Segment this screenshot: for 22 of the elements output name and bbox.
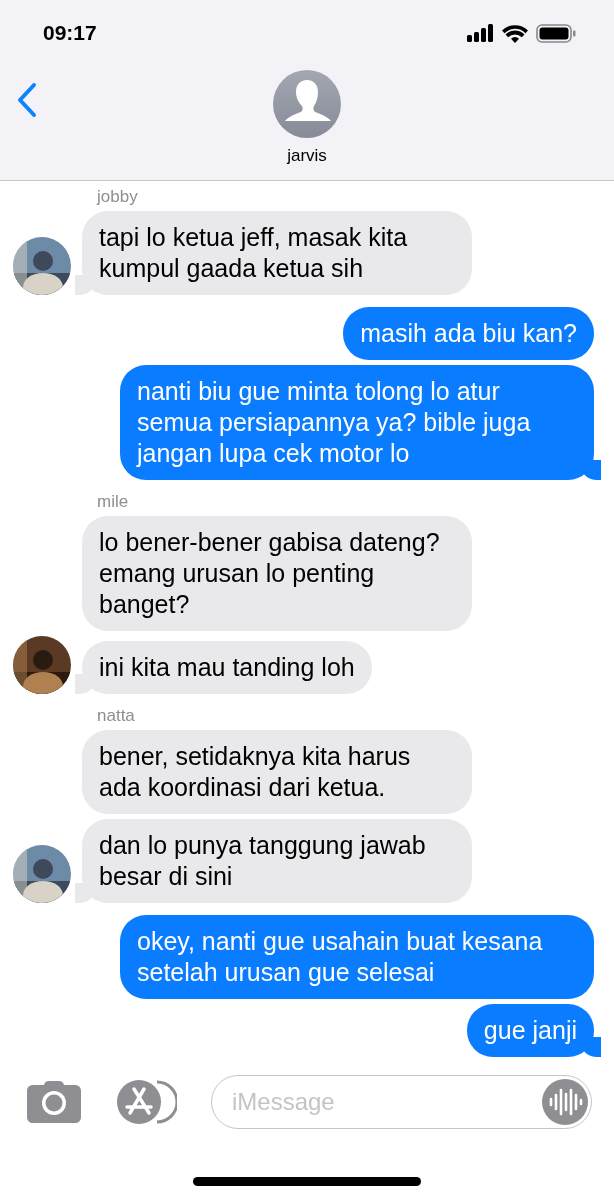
message-bubble[interactable]: gue janji [466,1004,594,1057]
sender-name: natta [97,706,136,726]
sender-name: jobby [97,187,139,207]
message-bubble[interactable]: tapi lo ketua jeff, masak kita kumpul gaada ketua sih [82,211,472,295]
message-input-field[interactable]: iMessage [232,1088,542,1116]
app-store-icon[interactable] [117,1079,177,1125]
camera-icon[interactable] [27,1081,81,1123]
status-time: 09:17 [43,21,97,45]
message-bubble[interactable]: masih ada biu kan? [343,307,594,360]
contact-avatar-icon[interactable] [273,70,341,138]
audio-wave-icon[interactable] [542,1079,588,1125]
message-bubble[interactable]: bener, setidaknya kita harus ada koordinasi dari ketua. [82,730,472,814]
message-bubble[interactable]: nanti biu gue minta tolong lo atur semua persiapannya ya? bible juga jangan lupa cek motor lo [120,365,594,480]
message-bubble[interactable]: dan lo punya tanggung jawab besar di sini [82,819,472,903]
sender-name: mile [97,492,130,512]
contact-name[interactable]: jarvis [287,146,327,166]
signal-icon [467,24,494,42]
message-bubble[interactable]: ini kita mau tanding loh [82,641,372,694]
message-bubble[interactable]: lo bener-bener gabisa dateng? emang urusan lo penting banget? [82,516,472,631]
message-bubble[interactable]: okey, nanti gue usahain buat kesana setelah urusan gue selesai [120,915,594,999]
battery-icon [536,23,576,43]
wifi-icon [502,23,528,43]
